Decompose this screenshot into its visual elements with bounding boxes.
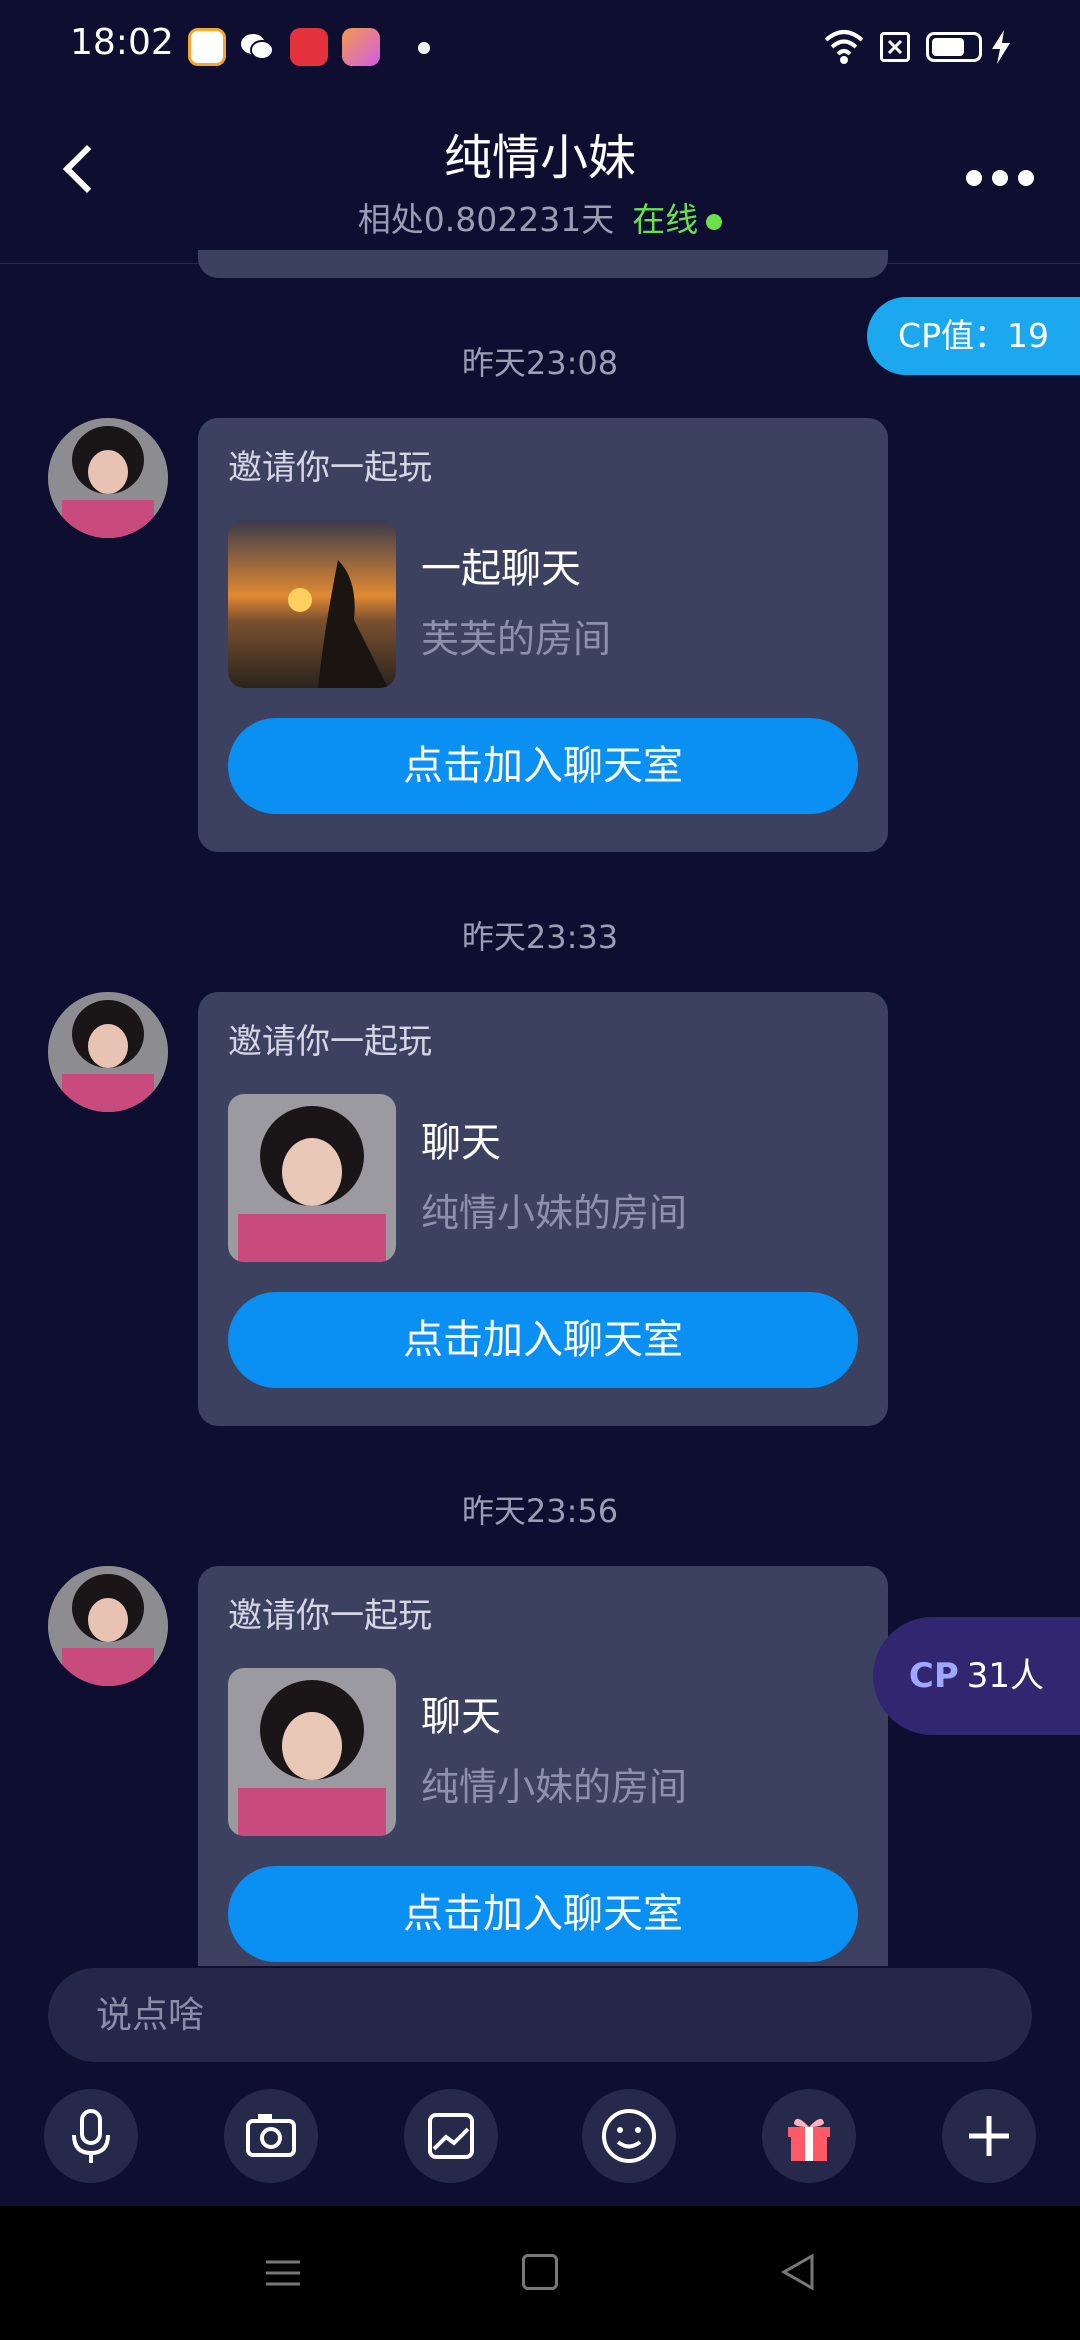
room-thumbnail	[228, 520, 396, 688]
gift-button[interactable]	[762, 2089, 856, 2183]
message-timestamp: 昨天23:56	[461, 1492, 619, 1530]
app-icon-video	[290, 28, 328, 66]
battery-icon	[926, 32, 982, 62]
wifi-icon	[822, 26, 866, 70]
message-input[interactable]	[48, 1968, 1032, 2062]
chat-title: 纯情小妹	[443, 130, 636, 186]
image-button[interactable]	[404, 2089, 498, 2183]
invite-card: 邀请你一起玩 聊天 纯情小妹的房间 点击加入聊天室	[198, 992, 888, 1426]
message-timestamp: 昨天23:33	[461, 918, 619, 956]
cp-count-badge[interactable]: CP 31人	[873, 1617, 1080, 1735]
mic-button[interactable]	[44, 2089, 138, 2183]
room-thumbnail	[228, 1094, 396, 1262]
previous-card-edge	[198, 250, 888, 278]
camera-icon	[246, 2114, 296, 2157]
invite-text: 邀请你一起玩	[228, 1596, 432, 1636]
plus-icon	[969, 2116, 1009, 2156]
room-title: 聊天	[421, 1120, 501, 1166]
invite-text: 邀请你一起玩	[228, 1022, 432, 1062]
room-subtitle: 纯情小妹的房间	[421, 1765, 688, 1809]
room-subtitle: 纯情小妹的房间	[421, 1191, 688, 1235]
invite-card: 邀请你一起玩 一起聊天 芙芙的房间 点击加入聊天室	[198, 418, 888, 852]
back-nav-icon[interactable]	[780, 2252, 816, 2296]
avatar[interactable]	[48, 1566, 168, 1686]
charging-icon	[990, 30, 1012, 68]
room-thumbnail	[228, 1668, 396, 1836]
online-dot-icon	[706, 213, 723, 230]
room-title: 聊天	[421, 1694, 501, 1740]
avatar[interactable]	[48, 418, 168, 538]
invite-card: 邀请你一起玩 聊天 纯情小妹的房间 点击加入聊天室	[198, 1566, 888, 1966]
chat-subtitle: 相处0.802231天 在线	[0, 193, 1080, 241]
plus-button[interactable]	[942, 2089, 1036, 2183]
join-chatroom-button[interactable]: 点击加入聊天室	[228, 1866, 858, 1962]
days-together: 相处0.802231天	[357, 200, 615, 239]
cp-count: 31人	[966, 1656, 1045, 1696]
join-chatroom-button[interactable]: 点击加入聊天室	[228, 718, 858, 814]
gift-icon	[788, 2118, 830, 2161]
message-timestamp: 昨天23:08	[461, 344, 619, 382]
emoji-icon	[602, 2109, 656, 2163]
invite-text: 邀请你一起玩	[228, 448, 432, 488]
camera-button[interactable]	[224, 2089, 318, 2183]
room-title: 一起聊天	[421, 546, 581, 592]
cp-tag: CP	[908, 1656, 959, 1696]
sim-off-icon	[880, 32, 910, 62]
status-time: 18:02	[70, 22, 174, 63]
room-subtitle: 芙芙的房间	[421, 617, 612, 661]
more-options-button[interactable]	[960, 158, 1040, 198]
mic-icon	[72, 2109, 110, 2163]
menu-nav-icon[interactable]	[264, 2254, 302, 2296]
online-status: 在线	[632, 200, 699, 239]
app-icon-bubble	[342, 28, 380, 66]
emoji-button[interactable]	[582, 2089, 676, 2183]
avatar[interactable]	[48, 992, 168, 1112]
join-chatroom-button[interactable]: 点击加入聊天室	[228, 1292, 858, 1388]
app-icon-wallet	[188, 28, 226, 66]
image-icon	[428, 2113, 474, 2159]
notification-dot	[418, 42, 430, 54]
wechat-icon	[238, 28, 276, 66]
home-nav-icon[interactable]	[522, 2254, 558, 2290]
